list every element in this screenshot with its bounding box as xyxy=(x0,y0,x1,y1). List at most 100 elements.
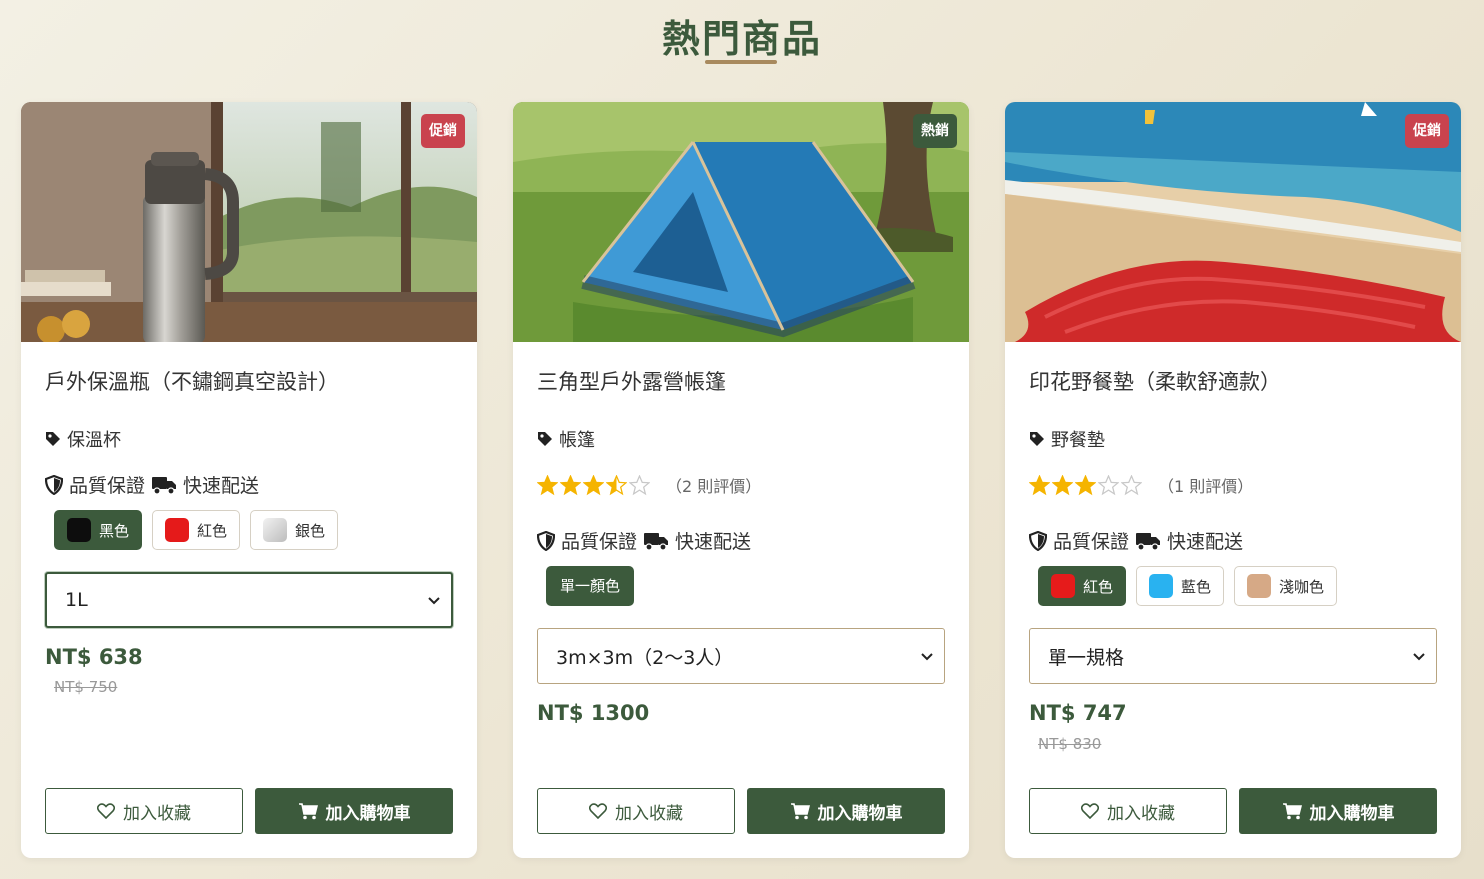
button-label: 加入收藏 xyxy=(123,803,191,824)
heart-icon xyxy=(1081,803,1099,819)
star-empty-icon xyxy=(629,474,650,495)
chevron-down-icon xyxy=(1413,653,1425,661)
perks: 品質保證 快速配送 xyxy=(537,527,751,554)
star-full-icon xyxy=(537,474,558,495)
heart-icon xyxy=(589,803,607,819)
category-label: 保溫杯 xyxy=(67,430,121,451)
size-select[interactable]: 單一規格 xyxy=(1029,628,1437,684)
title-underline xyxy=(705,60,777,64)
add-favorite-button[interactable]: 加入收藏 xyxy=(1029,788,1227,834)
color-options: 黑色 紅色 銀色 xyxy=(54,510,339,550)
quality-label: 品質保證 xyxy=(1053,531,1130,553)
color-dot xyxy=(1247,574,1272,598)
shipping-label: 快速配送 xyxy=(1167,531,1244,553)
tag-icon xyxy=(538,432,552,446)
cart-icon xyxy=(1282,803,1302,820)
category-label: 野餐墊 xyxy=(1051,430,1105,451)
product-name[interactable]: 印花野餐墊（柔軟舒適款） xyxy=(1029,366,1281,396)
button-label: 加入收藏 xyxy=(1107,803,1175,824)
color-label: 淺咖色 xyxy=(1279,577,1325,596)
button-label: 加入購物車 xyxy=(325,803,411,824)
color-option-black[interactable]: 黑色 xyxy=(54,510,143,550)
price: NT$ 747 xyxy=(1029,701,1127,725)
star-rating xyxy=(537,474,650,496)
star-full-icon xyxy=(1075,474,1096,495)
quality-label: 品質保證 xyxy=(561,531,638,553)
color-label: 黑色 xyxy=(99,521,130,540)
color-option-silver[interactable]: 銀色 xyxy=(250,510,339,550)
shield-icon xyxy=(1029,530,1047,551)
sale-badge: 促銷 xyxy=(421,114,465,148)
product-name[interactable]: 戶外保溫瓶（不鏽鋼真空設計） xyxy=(45,366,339,396)
color-dot xyxy=(1149,574,1174,598)
rating: （1 則評價） xyxy=(1029,473,1253,497)
category: 帳篷 xyxy=(537,426,595,452)
original-price: NT$ 750 xyxy=(54,678,118,696)
chevron-down-icon xyxy=(921,653,933,661)
product-image-thermos[interactable]: 促銷 xyxy=(21,102,477,342)
color-option-red[interactable]: 紅色 xyxy=(1038,566,1127,606)
color-option-red[interactable]: 紅色 xyxy=(152,510,241,550)
cart-icon xyxy=(298,803,318,820)
shipping-label: 快速配送 xyxy=(675,531,752,553)
cart-icon xyxy=(790,803,810,820)
button-label: 加入購物車 xyxy=(817,803,903,824)
category: 野餐墊 xyxy=(1029,426,1105,452)
sale-badge: 促銷 xyxy=(1405,114,1449,148)
add-cart-button[interactable]: 加入購物車 xyxy=(255,788,453,834)
color-option-light-brown[interactable]: 淺咖色 xyxy=(1234,566,1338,606)
color-label: 藍色 xyxy=(1181,577,1212,596)
perks: 品質保證 快速配送 xyxy=(45,471,259,498)
review-count[interactable]: （1 則評價） xyxy=(1158,473,1253,497)
original-price: NT$ 830 xyxy=(1038,735,1102,753)
star-full-icon xyxy=(583,474,604,495)
color-label: 紅色 xyxy=(1083,577,1114,596)
color-option-blue[interactable]: 藍色 xyxy=(1136,566,1225,606)
add-favorite-button[interactable]: 加入收藏 xyxy=(537,788,735,834)
star-rating xyxy=(1029,474,1142,496)
truck-icon xyxy=(1136,532,1161,551)
color-dot xyxy=(1051,574,1075,598)
product-card: 促銷 印花野餐墊（柔軟舒適款） 野餐墊 （1 則評價） 品質保證 快速配送 紅色… xyxy=(1005,102,1461,858)
tag-icon xyxy=(1030,432,1044,446)
price: NT$ 638 xyxy=(45,645,143,669)
add-cart-button[interactable]: 加入購物車 xyxy=(1239,788,1437,834)
truck-icon xyxy=(644,532,669,551)
color-dot xyxy=(165,518,190,542)
star-full-icon xyxy=(1029,474,1050,495)
star-full-icon xyxy=(1052,474,1073,495)
color-option-single[interactable]: 單一顏色 xyxy=(546,566,635,606)
product-image-tent[interactable]: 熱銷 xyxy=(513,102,969,342)
star-empty-icon xyxy=(1098,474,1119,495)
color-label: 紅色 xyxy=(197,521,228,540)
select-value: 1L xyxy=(65,589,88,611)
color-dot xyxy=(263,518,288,542)
tag-icon xyxy=(46,432,60,446)
color-label: 銀色 xyxy=(295,521,326,540)
section-title: 熱門商品 xyxy=(661,17,822,61)
category: 保溫杯 xyxy=(45,426,121,452)
review-count[interactable]: （2 則評價） xyxy=(666,473,761,497)
product-image-picnic-mat[interactable]: 促銷 xyxy=(1005,102,1461,342)
quality-label: 品質保證 xyxy=(69,475,146,497)
price: NT$ 1300 xyxy=(537,701,650,725)
product-name[interactable]: 三角型戶外露營帳篷 xyxy=(537,366,726,396)
category-label: 帳篷 xyxy=(559,430,595,451)
select-value: 單一規格 xyxy=(1048,646,1125,669)
add-favorite-button[interactable]: 加入收藏 xyxy=(45,788,243,834)
size-select[interactable]: 3m×3m（2～3人） xyxy=(537,628,945,684)
shield-icon xyxy=(537,530,555,551)
star-empty-icon xyxy=(1121,474,1142,495)
perks: 品質保證 快速配送 xyxy=(1029,527,1243,554)
heart-icon xyxy=(97,803,115,819)
add-cart-button[interactable]: 加入購物車 xyxy=(747,788,945,834)
hot-badge: 熱銷 xyxy=(913,114,957,148)
product-card: 促銷 戶外保溫瓶（不鏽鋼真空設計） 保溫杯 品質保證 快速配送 黑色 紅色 銀色… xyxy=(21,102,477,858)
size-select[interactable]: 1L xyxy=(45,572,453,628)
button-label: 加入收藏 xyxy=(615,803,683,824)
button-label: 加入購物車 xyxy=(1309,803,1395,824)
chevron-down-icon xyxy=(428,597,440,605)
shipping-label: 快速配送 xyxy=(183,475,260,497)
color-dot xyxy=(67,518,91,542)
star-full-icon xyxy=(560,474,581,495)
